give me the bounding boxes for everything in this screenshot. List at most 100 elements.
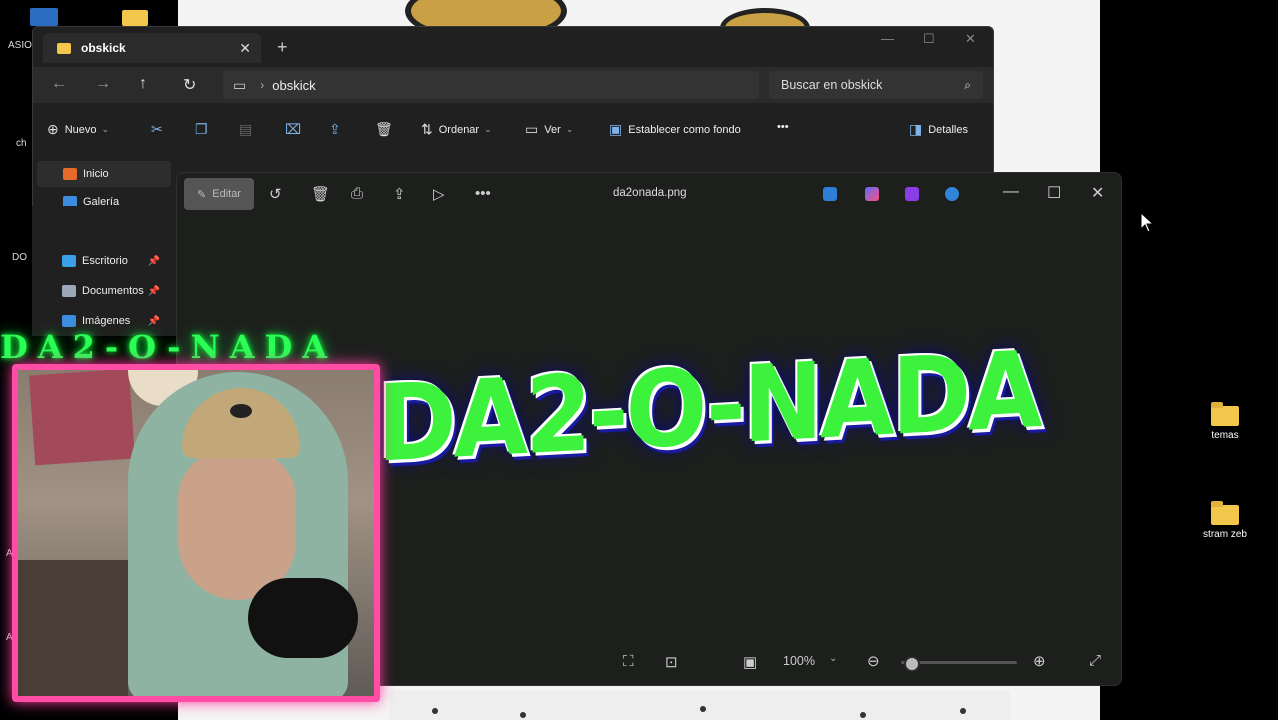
close-tab-icon[interactable]: ✕ [239,40,251,57]
back-arrow-icon[interactable]: ← [51,75,67,93]
fit-icon[interactable]: ▣ [743,653,757,671]
cap-logo [230,404,252,418]
chevron-down-icon: ⌄ [484,124,492,134]
folder-icon[interactable] [122,10,148,26]
folder-icon [1211,402,1239,426]
view-button[interactable]: ▭ Ver ⌄ [525,121,573,138]
zoom-out-icon[interactable]: ⊖ [867,652,880,670]
clipboard-icon: ▤ [239,121,253,137]
desktop-icon-label: ASIO [8,40,32,51]
background-dot [520,712,526,718]
refresh-icon[interactable]: ↻ [183,75,196,95]
details-button[interactable]: ◨ Detalles [909,121,968,138]
rename-button[interactable]: ⌧ [285,121,307,138]
edit-button[interactable]: ✎ Editar [184,178,254,210]
sidebar-item-documentos[interactable]: Documentos 📌 [36,278,170,304]
delete-button[interactable]: 🗑 [375,121,399,138]
chevron-right-icon: › [260,78,265,92]
fullscreen-icon[interactable]: ⤢ [1089,652,1101,669]
sort-button[interactable]: ⇅ Ordenar ⌄ [421,121,492,138]
background-dot [432,708,438,714]
chevron-down-icon[interactable]: ⌄ [829,653,837,664]
crop-icon[interactable]: ⛶ [623,653,634,670]
search-placeholder: Buscar en obskick [781,78,883,92]
scissors-icon: ✂ [151,121,163,137]
trash-icon: 🗑 [375,121,393,137]
folder-icon [1211,501,1239,525]
pin-icon[interactable]: 📌 [148,286,160,297]
cut-button[interactable]: ✂ [151,121,169,138]
image-content-logo: DA2-O-NADA [377,328,1040,486]
new-label: Nuevo [64,123,97,136]
search-icon: ⌕ [964,77,971,92]
paste-button[interactable]: ▤ [239,121,258,138]
zoom-in-icon[interactable]: ⊕ [1033,652,1046,670]
sidebar-item-inicio[interactable]: Inicio [37,161,171,187]
file-name: da2onada.png [613,187,687,199]
sidebar-item-label: Imágenes [82,315,131,327]
slideshow-icon[interactable]: ▷ [433,185,445,203]
clipchamp-icon[interactable] [905,187,919,201]
sidebar-item-escritorio[interactable]: Escritorio 📌 [36,248,170,274]
wall-poster [28,370,136,466]
desktop-folder-stram-zeb[interactable]: stram zeb [1190,501,1260,540]
maximize-icon[interactable]: ☐ [1047,183,1061,203]
set-background-button[interactable]: ▣ Establecer como fondo [609,121,741,138]
share-icon: ⇪ [329,121,341,137]
copy-icon: ❐ [195,121,208,137]
share-icon[interactable]: ⇪ [393,185,406,203]
desktop-app-icon[interactable] [30,8,58,26]
search-input[interactable]: Buscar en obskick ⌕ [769,71,983,99]
desktop-icon-label: DO [12,252,27,263]
new-button[interactable]: ⊕ Nuevo ⌄ [47,121,109,138]
plus-circle-icon: ⊕ [47,121,59,137]
trash-icon[interactable]: 🗑 [311,185,330,203]
wallpaper-icon: ▣ [609,121,623,137]
sort-icon: ⇅ [421,121,433,137]
address-bar[interactable]: ▭ › obskick [223,71,759,99]
person-face [178,450,296,600]
desktop-folder-temas[interactable]: temas [1190,402,1260,441]
new-tab-button[interactable]: + [277,37,288,58]
desktop-icon-label: temas [1211,430,1239,441]
edit-app-icon[interactable] [823,187,837,201]
rotate-icon[interactable]: ↺ [269,185,282,203]
sidebar-item-label: Escritorio [82,255,128,267]
stream-overlay-title: DA2-O-NADA [0,328,338,366]
zoom-slider-thumb[interactable] [904,656,921,672]
pin-icon[interactable]: 📌 [148,316,160,327]
desktop-icon [62,255,76,267]
copy-button[interactable]: ❐ [195,121,214,138]
explorer-sidebar-lower: Escritorio 📌 Documentos 📌 Imágenes 📌 [32,206,178,336]
close-window-icon[interactable]: ✕ [965,31,976,47]
details-label: Detalles [928,123,968,136]
print-icon[interactable]: ⎙ [351,185,363,202]
microphone [248,578,358,658]
visual-search-icon[interactable]: ⊡ [665,653,678,671]
maximize-icon[interactable]: ☐ [923,31,935,47]
monitor-icon: ▭ [233,76,247,93]
copilot-icon[interactable] [865,187,879,201]
more-options-button[interactable]: ••• [777,121,789,133]
furniture [18,560,128,696]
tab-obskick[interactable]: obskick ✕ [43,33,261,63]
share-button[interactable]: ⇪ [329,121,347,138]
details-pane-icon: ◨ [909,121,923,137]
background-dot [860,712,866,718]
up-arrow-icon[interactable]: ↑ [139,75,147,93]
zoom-level[interactable]: 100% [783,654,815,668]
folder-icon [57,42,71,54]
view-icon: ▭ [525,121,539,137]
onedrive-icon[interactable] [945,187,959,201]
view-label: Ver [544,123,561,136]
close-window-icon[interactable]: ✕ [1091,183,1104,203]
minimize-icon[interactable]: — [881,31,894,46]
minimize-icon[interactable]: — [1003,183,1019,201]
chevron-down-icon: ⌄ [565,124,574,134]
forward-arrow-icon[interactable]: → [95,75,111,93]
images-icon [62,315,76,327]
more-icon[interactable]: ••• [475,185,491,202]
webcam-feed [12,364,380,702]
edit-icon: ✎ [197,188,207,201]
pin-icon[interactable]: 📌 [148,256,160,267]
